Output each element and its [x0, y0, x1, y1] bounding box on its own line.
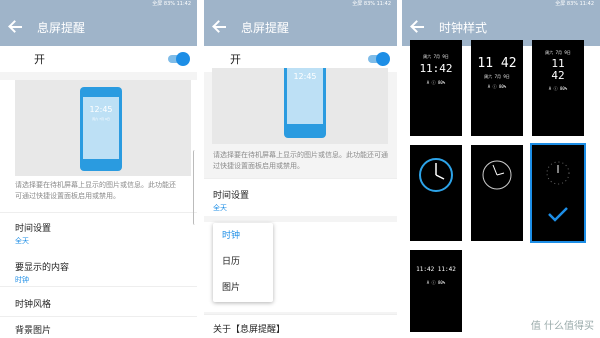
analog-clock-icon [419, 158, 453, 192]
item-subtitle: 全天 [213, 204, 227, 212]
phone-preview-icon: 12:45 周六 7月 9日 [80, 87, 122, 171]
page-title: 息屏提醒 [241, 20, 290, 35]
thumb-time: 11:42 [419, 62, 453, 75]
preview-time: 12:45 [89, 105, 113, 114]
status-bar: 全屏 83% 11:42 [0, 0, 197, 8]
clock-style-thumb-analog-white[interactable] [471, 145, 523, 241]
content-to-show-item[interactable]: 要显示的内容 时钟 [0, 252, 197, 286]
thumb-extra: A ⓘ 80% [426, 80, 446, 85]
menu-item-image[interactable]: 图片 [213, 275, 273, 301]
thumb-date: 周六 7月 9日 [423, 54, 449, 59]
master-toggle[interactable] [368, 52, 390, 66]
preview-date: 周六 7月 9日 [92, 117, 110, 121]
thumb-extra: A ⓘ 80% [487, 84, 507, 89]
back-arrow-icon[interactable] [411, 19, 427, 35]
clock-style-thumb-stacked[interactable]: 周六 7月 9日 11 42 A ⓘ 80% [532, 40, 584, 136]
time-setting-item[interactable]: 时间设置 全天 [204, 178, 397, 216]
page-title: 息屏提醒 [37, 20, 86, 35]
menu-item-clock[interactable]: 时钟 [213, 223, 273, 249]
analog-clock-icon [546, 161, 570, 185]
thumb-extra: A ⓘ 80% [426, 280, 446, 285]
clock-style-thumb-selected[interactable] [530, 143, 586, 243]
clock-style-thumb-digital[interactable]: 周六 7月 9日 11:42 A ⓘ 80% [410, 40, 462, 136]
thumb-time: 11 42 [551, 57, 565, 82]
menu-item-calendar[interactable]: 日历 [213, 249, 273, 275]
clock-style-panel: 全屏 83% 11:42 时钟样式 周六 7月 9日 11:42 A ⓘ 80%… [402, 0, 600, 338]
thumb-date: 周六 7月 9日 [484, 74, 510, 79]
status-bar: 全屏 83% 11:42 [204, 0, 397, 8]
item-title: 时间设置 [213, 191, 250, 201]
about-item[interactable]: 关于【息屏提醒】 [204, 314, 397, 338]
clock-style-thumb-dual[interactable]: 11:42 11:42 A ⓘ 80% [410, 250, 462, 332]
preview-area: 12:45 周六 7月 9日 [15, 80, 191, 176]
clock-style-thumb-analog-blue[interactable] [410, 145, 462, 241]
phone-preview-icon: 12:45 [284, 68, 326, 138]
thumb-extra: A ⓘ 80% [548, 86, 568, 91]
back-arrow-icon[interactable] [213, 19, 229, 35]
clock-style-item[interactable]: 时钟风格 [0, 286, 197, 316]
app-bar: 息屏提醒 [0, 8, 197, 46]
item-title: 关于【息屏提醒】 [213, 325, 286, 335]
master-toggle-row[interactable]: 开 [0, 46, 197, 72]
analog-clock-icon [482, 160, 512, 190]
back-arrow-icon[interactable] [9, 19, 25, 35]
thumb-time: 11 42 [477, 56, 517, 71]
item-title: 要显示的内容 [15, 263, 70, 273]
master-toggle[interactable] [168, 52, 190, 66]
time-setting-item[interactable]: 时间设置 全天 [0, 212, 197, 246]
item-subtitle: 全天 [15, 237, 29, 245]
preview-area: 12:45 [212, 68, 388, 144]
content-dropdown-menu: 时钟 日历 图片 [213, 223, 273, 302]
item-title: 时钟风格 [15, 300, 52, 310]
item-title: 时间设置 [15, 224, 52, 234]
toggle-label: 开 [34, 53, 45, 66]
thumb-date: 周六 7月 9日 [545, 50, 571, 55]
status-bar: 全屏 83% 11:42 [402, 0, 600, 8]
toggle-label: 开 [230, 53, 241, 66]
checkmark-icon [548, 207, 568, 222]
item-title: 背景图片 [15, 326, 52, 336]
item-subtitle: 时钟 [15, 276, 29, 284]
settings-panel-left: 全屏 83% 11:42 息屏提醒 开 12:45 周六 7月 9日 请选择要在… [0, 0, 197, 338]
clock-style-thumb-digital-alt[interactable]: 11 42 周六 7月 9日 A ⓘ 80% [471, 40, 523, 136]
feature-description: 请选择要在待机屏幕上显示的图片或信息。此功能还可通过快捷设置面板启用或禁用。 [15, 181, 176, 200]
app-bar: 息屏提醒 [204, 8, 397, 46]
thumb-time: 11:42 11:42 [416, 266, 456, 273]
scrollbar[interactable] [193, 150, 197, 225]
background-image-item[interactable]: 背景图片 [0, 316, 197, 338]
feature-description: 请选择要在待机屏幕上显示的图片或信息。此功能还可通过快捷设置面板启用或禁用。 [213, 151, 388, 170]
page-title: 时钟样式 [439, 20, 488, 35]
preview-time: 12:45 [293, 72, 317, 81]
watermark: 值 什么值得买 [530, 321, 594, 332]
